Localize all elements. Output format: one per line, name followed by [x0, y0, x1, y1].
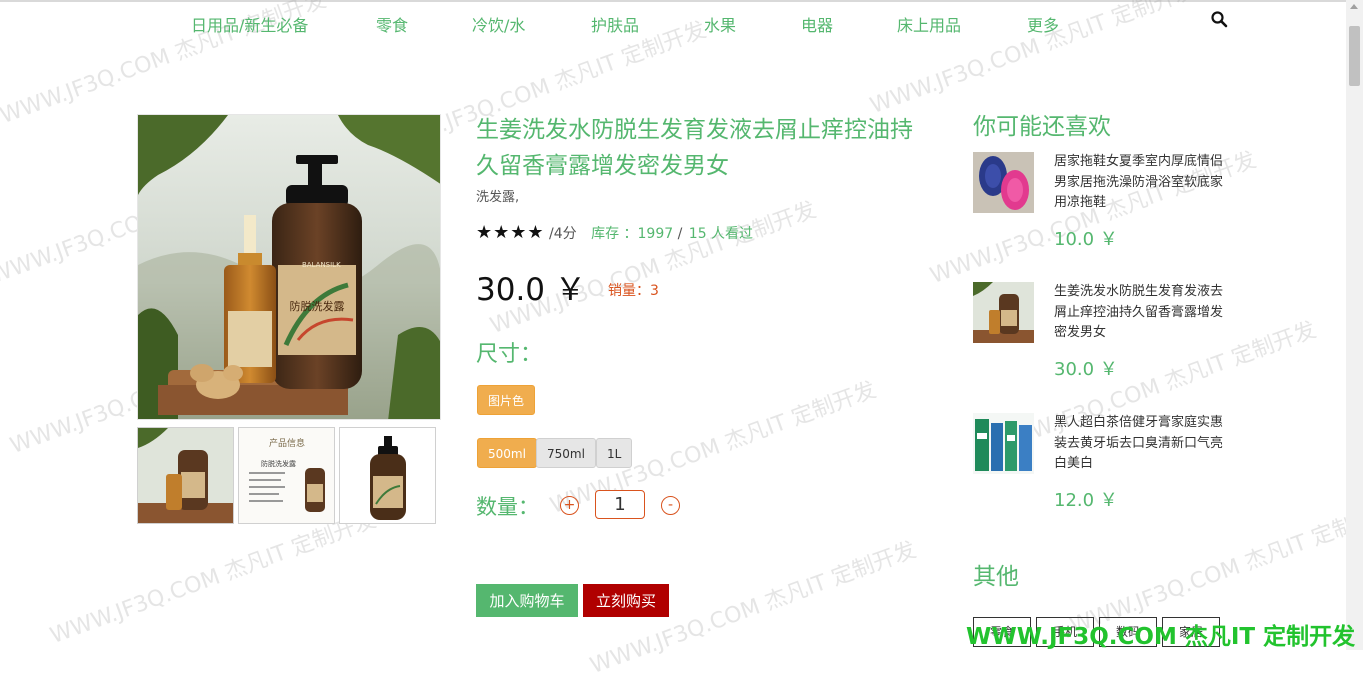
top-border	[0, 0, 1363, 2]
nav-item-fruit[interactable]: 水果	[704, 12, 736, 36]
scrollbar-thumb[interactable]	[1349, 26, 1360, 86]
recommend-image-slippers[interactable]	[973, 152, 1034, 213]
recommend-item-price: 12.0 ￥	[1054, 490, 1118, 511]
rating-stars: ★★★★	[476, 222, 545, 243]
quantity-label: 数量：	[476, 495, 539, 519]
thumbnail-2[interactable]: 产品信息 防脱洗发露	[238, 427, 335, 524]
recommend-image-toothpaste[interactable]	[973, 413, 1034, 474]
buy-now-button[interactable]: 立刻购买	[583, 584, 669, 617]
product-subtitle: 洗发露,	[476, 190, 520, 205]
size-option-1l[interactable]: 1L	[596, 438, 633, 468]
watermark: WWW.JF3Q.COM 杰凡IT 定制开发	[46, 507, 380, 650]
nav-item-snacks[interactable]: 零食	[376, 12, 408, 36]
page-scrollbar[interactable]	[1346, 0, 1363, 650]
product-title: 生姜洗发水防脱生发育发液去屑止痒控油持久留香膏露增发密发男女	[476, 117, 913, 179]
bottle-label: 防脱洗发露	[290, 299, 345, 313]
separator: /	[677, 226, 683, 242]
recommend-image-shampoo[interactable]	[973, 282, 1034, 343]
recommend-item-name[interactable]: 黑人超白茶倍健牙膏家庭实惠装去黄牙垢去口臭清新口气亮白美白	[1054, 413, 1234, 475]
color-option-picture[interactable]: 图片色	[477, 385, 536, 415]
nav-item-daily[interactable]: 日用品/新生必备	[191, 12, 308, 36]
recommend-item-price: 10.0 ￥	[1054, 229, 1118, 250]
bottle-brand: BALANSILK	[302, 261, 341, 269]
nav-item-appliances[interactable]: 电器	[801, 12, 833, 36]
recommend-title: 你可能还喜欢	[973, 114, 1111, 140]
rating-row: ★★★★ /4分 库存 ：1997 / 15 人看过	[476, 222, 753, 243]
quantity-plus-button[interactable]: +	[560, 496, 579, 515]
search-icon[interactable]	[1210, 10, 1228, 28]
size-label: 尺寸：	[476, 342, 543, 367]
product-main-image: 防脱洗发露 BALANSILK	[137, 114, 441, 420]
size-option-750ml[interactable]: 750ml	[536, 438, 596, 468]
thumbnail-3[interactable]	[339, 427, 436, 524]
scroll-up-arrow-icon[interactable]	[1350, 4, 1358, 9]
nav-item-drinks[interactable]: 冷饮/水	[472, 12, 525, 36]
watermark-banner: WWW.JF3Q.COM 杰凡IT 定制开发	[966, 624, 1356, 650]
quantity-minus-button[interactable]: -	[661, 496, 680, 515]
add-to-cart-button[interactable]: 加入购物车	[476, 584, 578, 617]
thumb-info-title: 产品信息	[269, 437, 305, 449]
view-count: 15 人看过	[688, 226, 754, 242]
nav-item-bedding[interactable]: 床上用品	[897, 12, 961, 36]
nav-item-skincare[interactable]: 护肤品	[591, 12, 639, 36]
other-title: 其他	[973, 564, 1019, 590]
recommend-item-price: 30.0 ￥	[1054, 359, 1118, 380]
recommend-item-name[interactable]: 居家拖鞋女夏季室内厚底情侣男家居拖洗澡防滑浴室软底家用凉拖鞋	[1054, 152, 1234, 214]
recommend-item-name[interactable]: 生姜洗发水防脱生发育发液去屑止痒控油持久留香膏露增发密发男女	[1054, 282, 1234, 344]
sales-count: 销量：3	[608, 283, 659, 299]
thumb-info-sub: 防脱洗发露	[261, 459, 296, 468]
nav-item-more[interactable]: 更多	[1027, 12, 1059, 36]
stock-count: 库存 ：1997	[591, 226, 674, 242]
quantity-input[interactable]	[595, 490, 645, 519]
size-option-500ml[interactable]: 500ml	[477, 438, 537, 468]
thumbnail-1[interactable]	[137, 427, 234, 524]
rating-score: /4分	[549, 226, 577, 242]
top-nav: 日用品/新生必备 零食 冷饮/水 护肤品 水果 电器 床上用品 更多	[0, 12, 1340, 36]
product-price: 30.0 ￥	[476, 272, 586, 308]
